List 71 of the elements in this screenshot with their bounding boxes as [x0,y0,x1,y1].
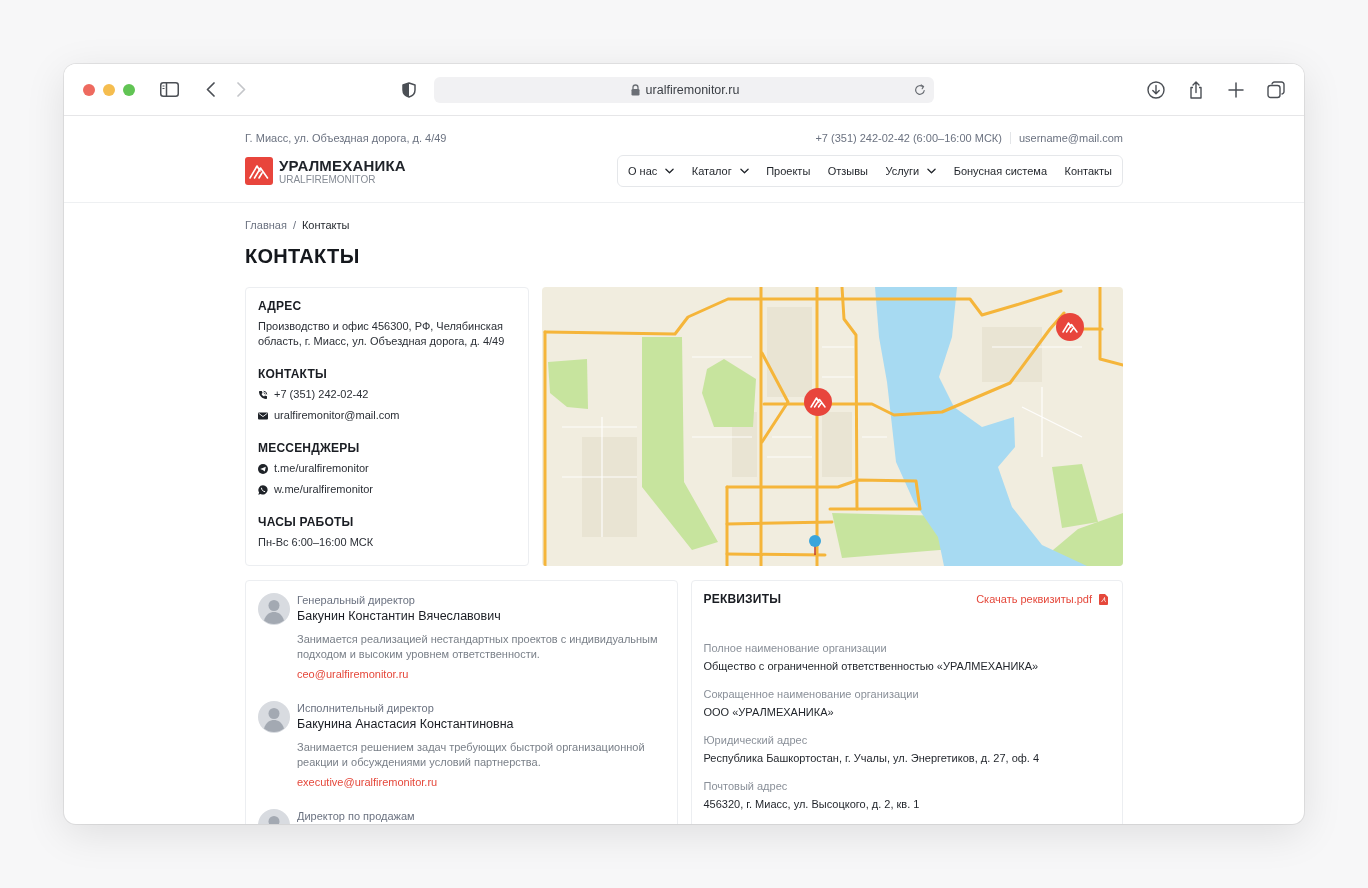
phone-link[interactable]: +7 (351) 242-02-42 [258,387,369,402]
section-heading: КОНТАКТЫ [258,367,328,382]
messenger-link[interactable]: w.me/uralfiremonitor [258,482,374,497]
field-value: 456320, г. Миасс, ул. Высоцкого, д. 2, кв. 1 [703,797,921,812]
mail-icon [258,410,268,421]
breadcrumb-separator: / [292,218,296,233]
menu-item[interactable]: Проекты [766,163,811,179]
chat-bubble-icon [258,484,268,495]
job-title: Директор по продажам [297,809,415,823]
field-label: Сокращенное наименование организации [703,687,920,702]
brand-name: УРАЛМЕХАНИКА [279,156,406,174]
lock-icon [630,83,640,96]
person-description: Занимается решением задач требующих быстрой организационной реакции и обсуждениями условий партнерства. [297,740,646,770]
person-name: Бакунина Анастасия Константиновна [297,716,514,732]
chevron-down-icon [665,168,675,174]
close-icon[interactable] [83,83,95,96]
breadcrumb-link[interactable]: Главная [245,217,287,233]
info-text: Пн-Вс 6:00–16:00 МСК [258,535,374,550]
job-title: Исполнительный директор [297,701,434,715]
phone-icon [258,389,268,400]
person-name: Бакунин Константин Вячеславович [297,608,501,624]
back-icon[interactable] [206,82,215,97]
paper-plane-icon [258,463,268,474]
share-icon[interactable] [1187,80,1205,99]
menu-item[interactable]: Услуги [885,163,937,179]
download-icon[interactable] [1147,80,1165,99]
field-label: Почтовый адрес [703,779,789,794]
reload-icon[interactable] [914,83,926,96]
logo-marker-icon[interactable] [804,388,832,416]
logo-icon[interactable] [245,157,273,185]
info-text: Производство и офис 456300, РФ, Челябинская область, г. Миасс, ул. Объездная дорога, д. 4/49 [258,319,506,349]
new-tab-icon[interactable] [1227,80,1245,99]
field-value: ООО «УРАЛМЕХАНИКА» [703,705,835,720]
brand-tagline: URALFIREMONITOR [279,173,377,186]
page-title: КОНТАКТЫ [245,244,361,268]
avatar-icon [258,593,290,625]
sidebar-icon[interactable] [160,82,179,97]
document-icon [1099,594,1108,605]
messenger-link[interactable]: t.me/uralfiremonitor [258,461,369,476]
breadcrumb-link[interactable]: Контакты [301,217,350,233]
email-link[interactable]: uralfiremonitor@mail.com [258,408,400,423]
section-heading: РЕКВИЗИТЫ [703,592,782,607]
email-link[interactable]: ceo@uralfiremonitor.ru [297,667,409,682]
field-value: Общество с ограниченной ответственностью «УРАЛМЕХАНИКА» [703,659,1040,674]
section-heading: МЕССЕНДЖЕРЫ [258,441,361,456]
download-link[interactable]: Скачать реквизиты.pdf [976,592,1108,607]
menu-item[interactable]: Отзывы [827,163,868,179]
section-heading: АДРЕС [258,299,303,314]
logo-marker-icon[interactable] [1056,313,1084,341]
menu-item[interactable]: Каталог [691,163,749,179]
menu-item[interactable]: Бонусная система [953,163,1048,179]
section-heading: ЧАСЫ РАБОТЫ [258,515,355,530]
field-value: Республика Башкортостан, г. Учалы, ул. Энергетиков, д. 27, оф. 4 [703,751,1041,766]
person-description: Занимается реализацией нестандартных проектов с индивидуальным подходом и высоким уровнем ответственности. [297,632,659,662]
menu-item[interactable]: Контакты [1064,163,1112,179]
tabs-icon[interactable] [1267,80,1285,99]
avatar-icon [258,701,290,733]
chevron-down-icon [927,168,937,174]
maximize-icon[interactable] [123,83,135,96]
address-text: Г. Миасс, ул. Объездная дорога, д. 4/49 [245,131,447,146]
pin-icon[interactable] [809,535,821,556]
email-link[interactable]: executive@uralfiremonitor.ru [297,775,438,790]
field-label: Полное наименование организации [703,641,888,656]
menu-item[interactable]: О нас [628,163,675,179]
shield-icon[interactable] [402,81,416,98]
email-link[interactable]: username@mail.com [1018,130,1123,146]
job-title: Генеральный директор [297,593,415,607]
chevron-down-icon [739,168,749,174]
phone-link[interactable]: +7 (351) 242-02-42 (6:00–16:00 МСК) [815,130,1002,146]
address-bar[interactable]: uralfiremonitor.ru [434,76,934,103]
field-label: Юридический адрес [703,733,809,748]
